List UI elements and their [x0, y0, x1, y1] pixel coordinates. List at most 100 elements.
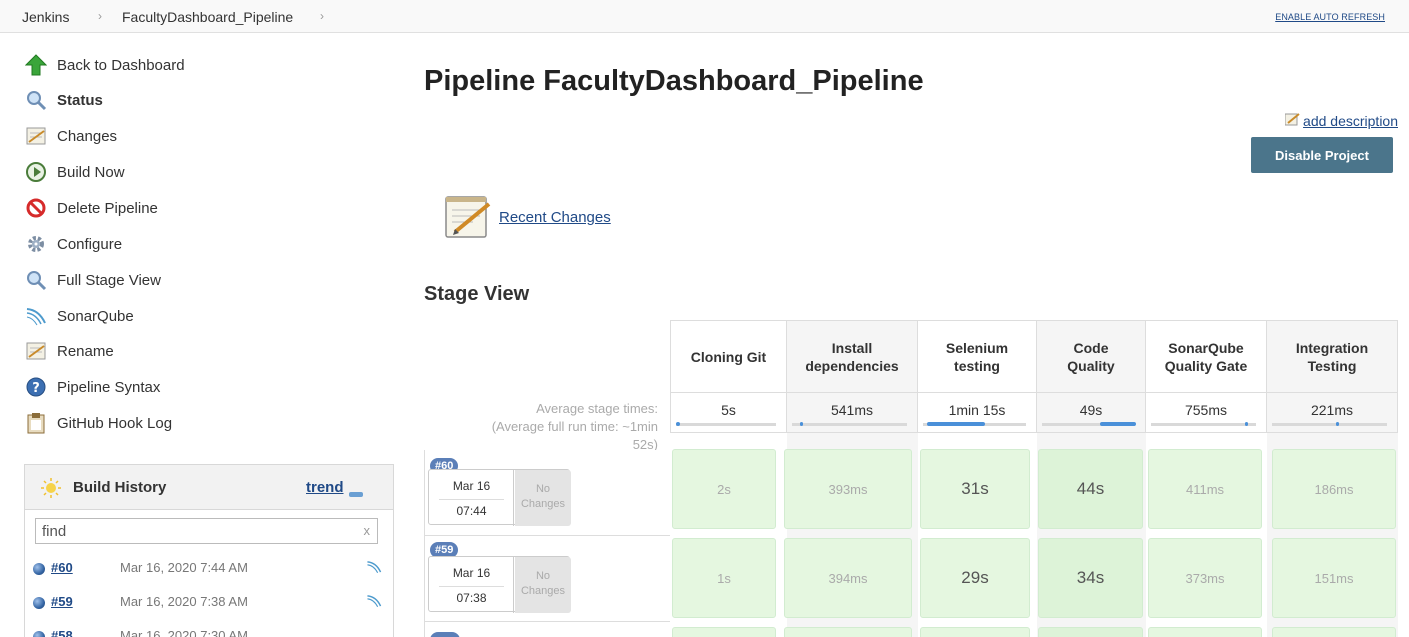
build-history-row: #60 Mar 16, 2020 7:44 AM — [33, 557, 383, 581]
average-stage-time: 541ms — [787, 393, 918, 433]
no-entry-icon — [24, 196, 48, 220]
blue-ball-icon — [33, 631, 45, 637]
sidebar-item-sonarqube[interactable]: SonarQube — [24, 304, 134, 328]
no-changes-label: No Changes — [515, 470, 571, 526]
stage-cell[interactable] — [1038, 627, 1143, 637]
average-stage-time: 755ms — [1146, 393, 1267, 433]
average-stage-times-label: Average stage times: (Average full run t… — [491, 401, 658, 452]
build-number-link[interactable]: #60 — [51, 560, 73, 575]
average-time-bar — [1042, 422, 1136, 426]
stage-cell[interactable] — [1272, 627, 1396, 637]
sun-icon — [41, 478, 61, 501]
trend-bar-icon[interactable] — [349, 485, 363, 501]
stage-header: Selenium testing — [918, 320, 1037, 393]
recent-changes-icon[interactable] — [443, 192, 493, 245]
up-arrow-icon — [24, 53, 48, 77]
build-find-field: x — [35, 518, 378, 544]
console-output-icon[interactable] — [366, 593, 382, 612]
stage-cell[interactable]: 34s — [1038, 538, 1143, 618]
build-find-input[interactable] — [36, 519, 336, 543]
stage-header: SonarQube Quality Gate — [1146, 320, 1267, 393]
build-row-info — [424, 622, 670, 637]
stage-cell[interactable]: 394ms — [784, 538, 912, 618]
build-date-box: Mar 16 07:38 No Changes — [428, 556, 571, 613]
stage-cell[interactable]: 186ms — [1272, 449, 1396, 529]
help-icon: ? — [24, 375, 48, 399]
stage-header: Code Quality — [1037, 320, 1146, 393]
edit-pencil-icon — [1284, 112, 1301, 129]
build-date-link[interactable]: Mar 16, 2020 7:38 AM — [120, 594, 248, 609]
stage-cell[interactable]: 151ms — [1272, 538, 1396, 618]
chevron-right-icon: › — [98, 9, 102, 23]
clipboard-icon — [24, 411, 48, 435]
average-stage-time: 49s — [1037, 393, 1146, 433]
sidebar-item-pipeline-syntax[interactable]: ? Pipeline Syntax — [24, 375, 160, 399]
gear-icon — [24, 232, 48, 256]
build-number-link[interactable]: #59 — [51, 594, 73, 609]
build-row-info[interactable]: #60 Mar 16 07:44 No Changes — [424, 450, 670, 536]
stage-cell[interactable] — [920, 627, 1030, 637]
stage-header: Integration Testing — [1267, 320, 1398, 393]
stage-cell[interactable]: 2s — [672, 449, 776, 529]
stage-cell[interactable] — [1148, 627, 1262, 637]
sonarqube-icon — [24, 304, 48, 328]
notepad-icon — [24, 339, 48, 363]
breadcrumb-jenkins[interactable]: Jenkins — [22, 9, 69, 25]
disable-project-button[interactable]: Disable Project — [1251, 137, 1393, 173]
console-output-icon[interactable] — [366, 559, 382, 578]
breadcrumb: Jenkins › FacultyDashboard_Pipeline › EN… — [0, 0, 1409, 33]
build-date-box: Mar 16 07:44 No Changes — [428, 469, 571, 526]
build-date-link[interactable]: Mar 16, 2020 7:30 AM — [120, 628, 248, 637]
breadcrumb-job[interactable]: FacultyDashboard_Pipeline — [122, 9, 293, 25]
build-number-link[interactable]: #58 — [51, 628, 73, 637]
sidebar-item-build-now[interactable]: Build Now — [24, 160, 125, 184]
enable-auto-refresh-link[interactable]: ENABLE AUTO REFRESH — [1275, 12, 1385, 22]
build-row-info[interactable]: #59 Mar 16 07:38 No Changes — [424, 536, 670, 622]
notepad-icon — [24, 124, 48, 148]
sidebar-item-back-to-dashboard[interactable]: Back to Dashboard — [24, 53, 185, 77]
blue-ball-icon — [33, 597, 45, 609]
stage-cell[interactable]: 393ms — [784, 449, 912, 529]
add-description-link[interactable]: add description — [1284, 112, 1398, 129]
average-stage-time: 5s — [670, 393, 787, 433]
stage-cell[interactable] — [784, 627, 912, 637]
stage-cell[interactable] — [672, 627, 776, 637]
stage-cell[interactable]: 31s — [920, 449, 1030, 529]
sidebar-item-rename[interactable]: Rename — [24, 339, 114, 363]
sidebar-item-full-stage-view[interactable]: Full Stage View — [24, 268, 161, 292]
sidebar-item-configure[interactable]: Configure — [24, 232, 122, 256]
sidebar-item-status[interactable]: Status — [24, 88, 103, 112]
sidebar-item-delete-pipeline[interactable]: Delete Pipeline — [24, 196, 158, 220]
average-time-bar — [676, 422, 776, 426]
average-time-bar — [1151, 422, 1256, 426]
recent-changes-link[interactable]: Recent Changes — [499, 209, 611, 226]
chevron-right-icon[interactable]: › — [320, 9, 324, 23]
average-time-bar — [792, 422, 907, 426]
magnifier-icon — [24, 88, 48, 112]
svg-text:?: ? — [32, 381, 40, 396]
build-history-title: Build History — [73, 479, 167, 496]
sidebar-item-changes[interactable]: Changes — [24, 124, 117, 148]
no-changes-label: No Changes — [515, 557, 571, 613]
stage-cell[interactable]: 1s — [672, 538, 776, 618]
average-stage-time: 221ms — [1267, 393, 1398, 433]
average-stage-time: 1min 15s — [918, 393, 1037, 433]
clear-find-icon[interactable]: x — [364, 523, 371, 538]
sidebar-item-github-hook-log[interactable]: GitHub Hook Log — [24, 411, 172, 435]
stage-cell[interactable]: 411ms — [1148, 449, 1262, 529]
stage-header: Install dependencies — [787, 320, 918, 393]
build-date-link[interactable]: Mar 16, 2020 7:44 AM — [120, 560, 248, 575]
average-time-bar — [1272, 422, 1387, 426]
page-title: Pipeline FacultyDashboard_Pipeline — [424, 65, 924, 97]
trend-link[interactable]: trend — [306, 479, 344, 496]
stage-header: Cloning Git — [670, 320, 787, 393]
build-history-row: #58 Mar 16, 2020 7:30 AM — [33, 625, 383, 637]
build-badge[interactable] — [430, 632, 460, 637]
clock-build-icon — [24, 160, 48, 184]
magnifier-icon — [24, 268, 48, 292]
stage-cell[interactable]: 44s — [1038, 449, 1143, 529]
blue-ball-icon — [33, 563, 45, 575]
stage-cell[interactable]: 373ms — [1148, 538, 1262, 618]
stage-view-title: Stage View — [424, 283, 530, 305]
stage-cell[interactable]: 29s — [920, 538, 1030, 618]
